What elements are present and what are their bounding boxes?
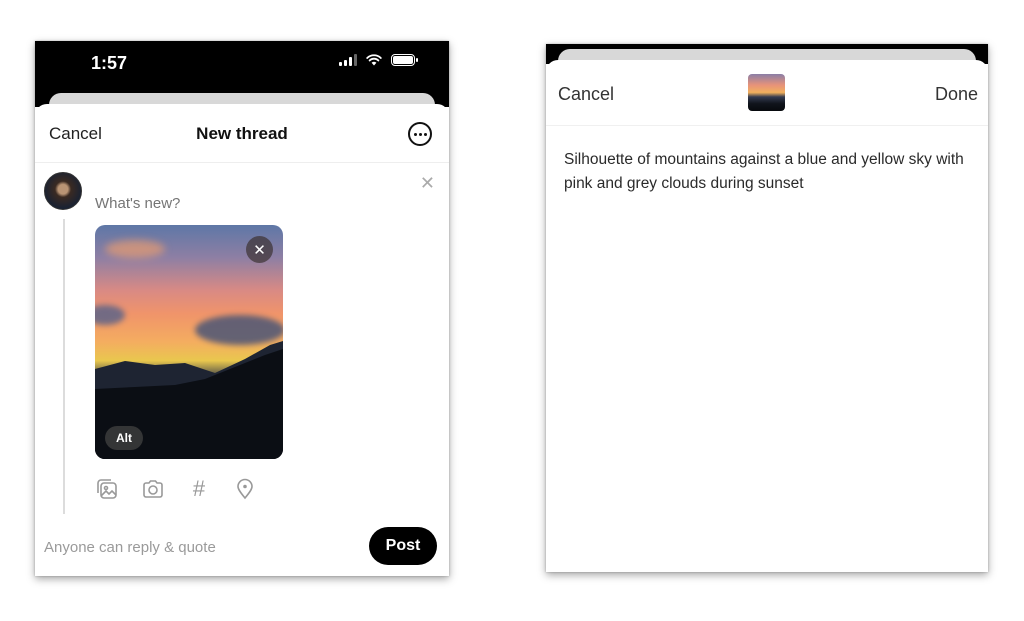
post-button[interactable]: Post [369,527,437,565]
page-title: New thread [196,124,288,143]
attached-image[interactable]: ✕ Alt [95,225,283,459]
camera-icon[interactable] [141,477,165,501]
hashtag-icon[interactable]: # [187,476,211,501]
remove-image-button[interactable]: ✕ [246,236,273,263]
thread-text-input[interactable] [95,195,375,212]
battery-icon [391,54,418,66]
ellipsis-circle-icon [413,132,427,136]
close-icon[interactable]: ✕ [420,174,435,192]
thread-line [63,219,65,514]
gallery-icon[interactable] [95,477,119,501]
alt-text-sheet: Cancel Done Silhouette of mountains agai… [546,60,988,572]
alt-text-screen: Cancel Done Silhouette of mountains agai… [546,44,988,572]
done-button[interactable]: Done [935,84,978,105]
location-pin-icon[interactable] [233,477,257,501]
more-options-button[interactable] [408,122,432,146]
avatar[interactable] [44,172,82,210]
nav-bar: Cancel Done [546,60,988,126]
new-thread-screen: 1:57 Cancel New thread ✕ What's new? ✕ A… [35,41,449,576]
attachment-toolbar: # [95,476,257,501]
wifi-icon [366,54,382,66]
close-icon: ✕ [253,241,266,259]
alt-text-button[interactable]: Alt [105,426,143,450]
nav-bar: Cancel New thread [35,104,449,163]
signal-icon [339,54,357,66]
image-thumbnail [748,74,785,111]
cancel-button[interactable]: Cancel [558,84,614,105]
alt-text-input[interactable]: Silhouette of mountains against a blue a… [564,148,964,220]
status-time: 1:57 [91,53,128,73]
compose-sheet: Cancel New thread ✕ ✕ Alt [35,104,449,576]
reply-permission-setting[interactable]: Anyone can reply & quote [44,539,216,556]
